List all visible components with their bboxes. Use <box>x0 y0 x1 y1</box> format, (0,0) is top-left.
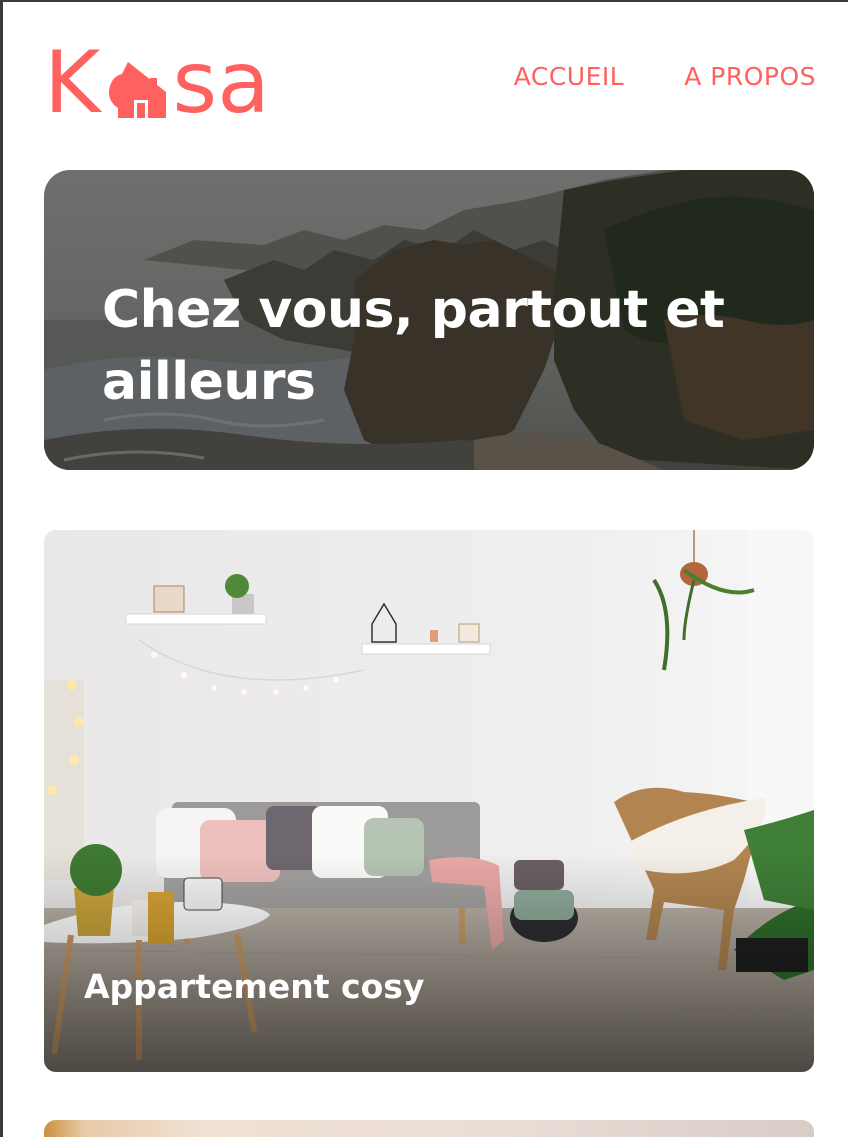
logo-letter-k: K <box>44 33 101 133</box>
hero-banner: Chez vous, partout et ailleurs <box>44 170 814 470</box>
card-gradient <box>44 852 814 1072</box>
listing-title: Appartement cosy <box>84 967 425 1006</box>
logo-letters-sa: sa <box>172 33 270 133</box>
listing-card[interactable]: Appartement cosy <box>44 530 814 1072</box>
kasa-logo[interactable]: K sa <box>44 30 270 126</box>
listing-card[interactable] <box>44 1120 814 1137</box>
nav-link-a-propos[interactable]: A PROPOS <box>684 62 816 91</box>
house-icon <box>109 62 167 118</box>
nav-link-accueil[interactable]: ACCUEIL <box>514 62 624 91</box>
site-header: K sa ACCUEIL A PROPOS <box>44 30 816 126</box>
main-nav: ACCUEIL A PROPOS <box>514 62 816 91</box>
banner-title: Chez vous, partout et ailleurs <box>102 280 725 412</box>
